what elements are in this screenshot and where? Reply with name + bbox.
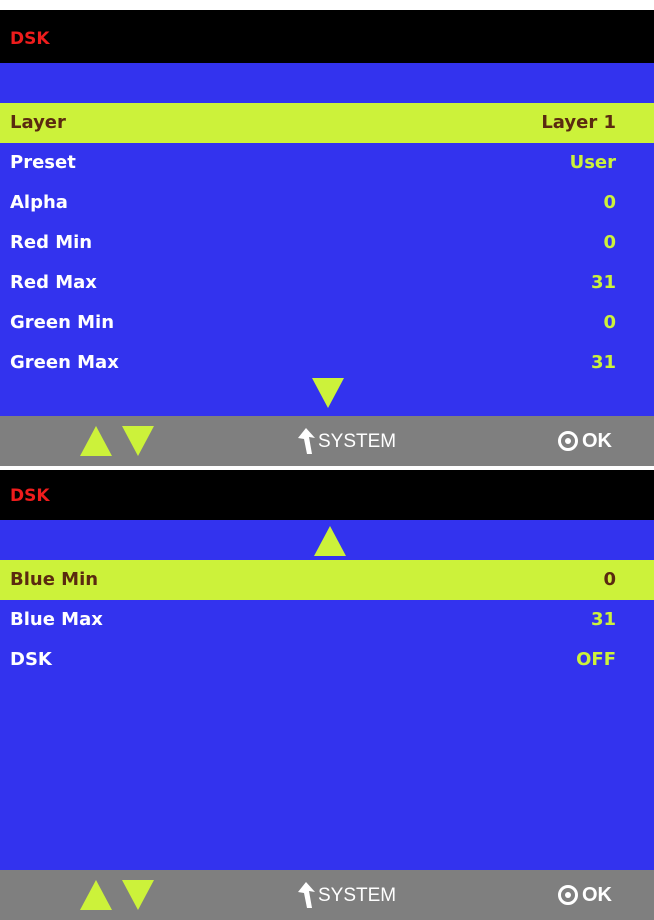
menu-row-dsk[interactable]: DSK OFF — [0, 640, 654, 680]
menu-row-red-max[interactable]: Red Max 31 — [0, 263, 654, 303]
row-value: 31 — [590, 609, 616, 630]
row-label: Green Max — [10, 352, 119, 373]
row-value: 31 — [590, 352, 616, 373]
menu-screen-1: DSK Layer Layer 1 Preset User Alpha 0 Re… — [0, 10, 654, 466]
row-label: Red Min — [10, 232, 93, 253]
row-value: 31 — [590, 272, 616, 293]
row-value: User — [569, 152, 616, 173]
system-button-label[interactable]: SYSTEM — [318, 431, 396, 453]
row-label: Red Max — [10, 272, 97, 293]
title-bar: DSK — [0, 10, 654, 63]
back-arrow-icon[interactable] — [296, 427, 318, 455]
menu-row-blue-max[interactable]: Blue Max 31 — [0, 600, 654, 640]
row-label: Blue Min — [10, 569, 99, 590]
back-arrow-icon[interactable] — [296, 881, 318, 909]
row-value: Layer 1 — [541, 112, 616, 133]
menu-row-layer[interactable]: Layer Layer 1 — [0, 103, 654, 143]
row-value: 0 — [603, 569, 616, 590]
up-arrow-icon[interactable] — [80, 426, 112, 456]
screen-title: DSK — [10, 29, 50, 49]
footer-bar: SYSTEM OK — [0, 870, 654, 920]
ok-circle-icon[interactable] — [558, 431, 578, 451]
footer-bar: SYSTEM OK — [0, 416, 654, 466]
down-arrow-icon[interactable] — [122, 880, 154, 910]
row-value: 0 — [603, 192, 616, 213]
row-value: 0 — [603, 232, 616, 253]
screen-title: DSK — [10, 486, 50, 506]
down-arrow-icon[interactable] — [122, 426, 154, 456]
ok-button-label[interactable]: OK — [582, 884, 612, 907]
menu-row-blue-min[interactable]: Blue Min 0 — [0, 560, 654, 600]
scroll-up-icon[interactable] — [314, 526, 346, 556]
menu-row-red-min[interactable]: Red Min 0 — [0, 223, 654, 263]
system-button-label[interactable]: SYSTEM — [318, 885, 396, 907]
title-bar: DSK — [0, 470, 654, 520]
row-label: DSK — [10, 649, 52, 670]
row-label: Preset — [10, 152, 76, 173]
menu-screen-2: DSK Blue Min 0 Blue Max 31 DSK OFF SYSTE… — [0, 470, 654, 920]
row-label: Blue Max — [10, 609, 103, 630]
ok-button-label[interactable]: OK — [582, 430, 612, 453]
ok-circle-icon[interactable] — [558, 885, 578, 905]
up-arrow-icon[interactable] — [80, 880, 112, 910]
menu-row-preset[interactable]: Preset User — [0, 143, 654, 183]
row-value: OFF — [576, 649, 616, 670]
row-label: Green Min — [10, 312, 115, 333]
menu-row-alpha[interactable]: Alpha 0 — [0, 183, 654, 223]
row-label: Layer — [10, 112, 66, 133]
row-value: 0 — [603, 312, 616, 333]
menu-row-green-max[interactable]: Green Max 31 — [0, 343, 654, 383]
row-label: Alpha — [10, 192, 68, 213]
menu-row-green-min[interactable]: Green Min 0 — [0, 303, 654, 343]
scroll-down-icon[interactable] — [312, 378, 344, 408]
